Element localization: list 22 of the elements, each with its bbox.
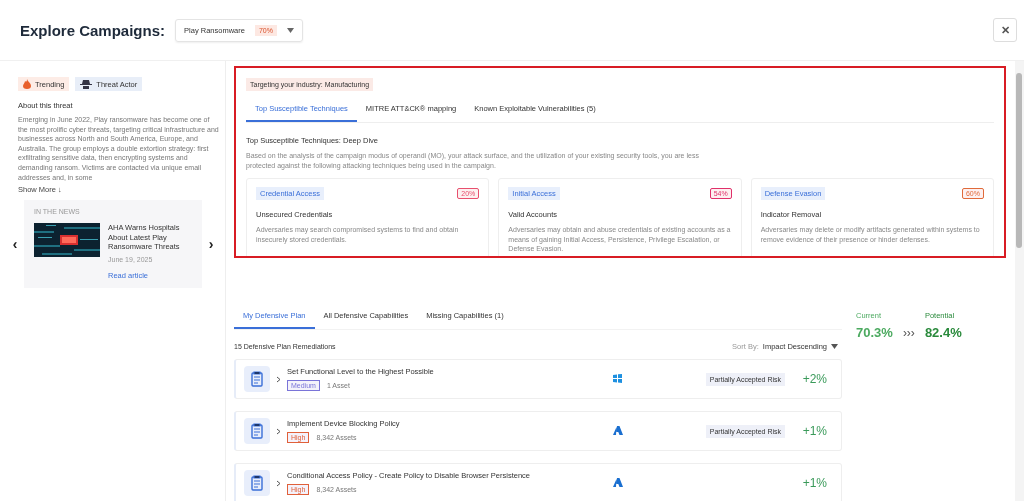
chevron-icon <box>276 427 281 435</box>
caret-icon <box>286 27 294 33</box>
clipboard-icon <box>244 418 270 444</box>
close-button[interactable]: ✕ <box>993 18 1017 42</box>
chevron-icon <box>276 375 281 383</box>
impact-value: +1% <box>801 476 827 490</box>
page-title: Explore Campaigns: <box>20 21 166 39</box>
clipboard-icon <box>244 366 270 392</box>
clipboard-icon <box>244 470 270 496</box>
windows-icon <box>613 373 622 383</box>
hacker-icon <box>80 79 93 89</box>
azure-icon <box>613 477 623 487</box>
potential-score: 82.4% <box>924 325 962 340</box>
scrollbar[interactable] <box>1015 61 1024 501</box>
arrows-glyph: ››› <box>902 326 915 340</box>
caret-icon <box>831 344 838 349</box>
impact-value: +2% <box>801 372 827 386</box>
azure-icon <box>613 425 623 435</box>
impact-value: +1% <box>801 424 827 438</box>
chevron-icon <box>276 479 281 487</box>
current-score: 70.3% <box>856 325 893 340</box>
flame-icon <box>23 79 31 89</box>
